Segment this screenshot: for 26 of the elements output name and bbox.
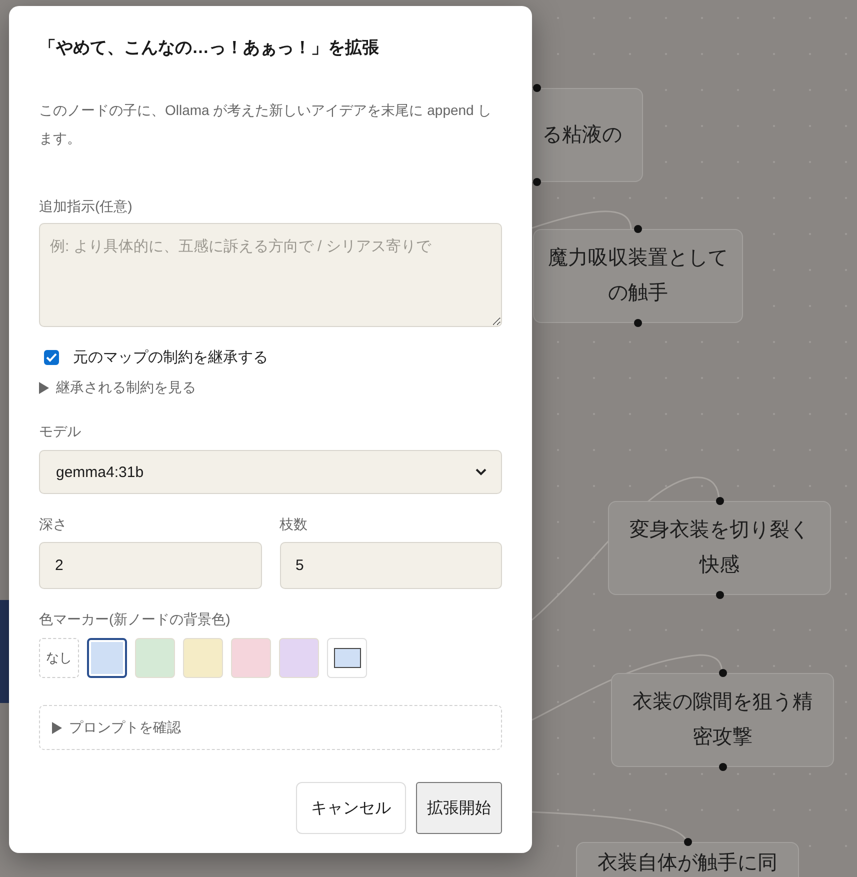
constraints-toggle[interactable]: 継承される制約を見る	[39, 379, 502, 397]
no-color-swatch[interactable]: なし	[39, 638, 79, 678]
field-label: 追加指示(任意)	[39, 197, 134, 216]
node-text: 衣装自体が触手に同	[598, 851, 778, 875]
node-text: 衣装の隙間を狙う精密攻撃	[632, 690, 814, 750]
node-text: る粘液の	[542, 122, 622, 148]
field-label: 色マーカー(新ノードの背景色)	[39, 610, 232, 629]
field-label: 深さ	[39, 515, 68, 534]
prompt-toggle[interactable]: プロンプトを確認	[39, 705, 502, 750]
field-label: モデル	[39, 422, 82, 441]
mind-map-node[interactable]: 衣装の隙間を狙う精密攻撃	[611, 673, 834, 767]
dialog-title: 「やめて、こんなの…っ！あぁっ！」を拡張	[39, 37, 380, 59]
mind-map-node[interactable]: 変身衣装を切り裂く快感	[608, 501, 831, 595]
mind-map-node[interactable]: 魔力吸収装置としての触手	[533, 229, 743, 323]
node-text: 変身衣装を切り裂く快感	[628, 518, 810, 578]
checkbox-label: 元のマップの制約を継承する	[73, 348, 268, 367]
field-label: 枝数	[280, 515, 308, 534]
node-text: 魔力吸収装置としての触手	[547, 246, 729, 306]
model-select[interactable]: gemma4:31b	[39, 450, 502, 494]
branches-field[interactable]: 5	[280, 542, 502, 589]
depth-field[interactable]: 2	[39, 542, 262, 589]
start-button[interactable]: 拡張開始	[416, 782, 502, 834]
instructions-field[interactable]: 例: より具体的に、五感に訴える方向で / シリアス寄りで	[39, 223, 502, 327]
cancel-button[interactable]: キャンセル	[296, 782, 406, 834]
mind-map-node[interactable]: 衣装自体が触手に同	[576, 842, 799, 877]
dialog-description: このノードの子に、Ollama が考えた新しいアイデアを末尾に append します。	[39, 101, 493, 148]
